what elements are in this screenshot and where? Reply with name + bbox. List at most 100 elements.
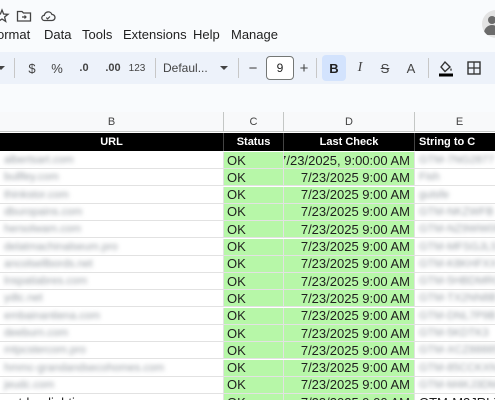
last-check-cell[interactable]: 7/23/2025 9:00 AM	[284, 376, 415, 394]
status-cell[interactable]: OK	[224, 255, 284, 273]
status-cell[interactable]: OK	[224, 307, 284, 325]
last-check-cell[interactable]: 7/23/2025 9:00 AM	[284, 221, 415, 239]
cloud-status-icon[interactable]	[40, 8, 56, 24]
status-cell[interactable]: OK	[224, 221, 284, 239]
string-cell[interactable]: GTM-5HBDMRC	[415, 273, 495, 291]
status-cell[interactable]: OK	[224, 394, 284, 400]
currency-format-button[interactable]: $	[24, 52, 40, 84]
status-cell[interactable]: OK	[224, 169, 284, 187]
string-cell[interactable]: GTM-7NG2877	[415, 152, 495, 169]
italic-button[interactable]: I	[352, 52, 368, 84]
last-check-cell[interactable]: 7/23/2025 9:00 AM	[284, 186, 415, 204]
last-check-cell[interactable]: 7/23/2025 9:00 AM	[284, 307, 415, 325]
url-cell[interactable]: delatmachinalseum.pro	[0, 238, 224, 256]
url-cell[interactable]: mtpcstercom.pro	[0, 342, 224, 360]
string-cell[interactable]: GTM-TX2NN8B	[415, 290, 495, 308]
menu-data[interactable]: Data	[44, 27, 71, 42]
string-cell[interactable]: GTM-K8KHFXX	[415, 256, 495, 273]
decrease-font-size-button[interactable]: −	[246, 52, 260, 84]
decrease-decimal-button[interactable]: .0	[74, 52, 94, 84]
string-cell-text: GTM-TX2NN8B	[419, 292, 495, 305]
bold-button[interactable]: B	[322, 55, 346, 81]
url-cell[interactable]: ancolsellbords.net	[0, 255, 224, 273]
status-cell[interactable]: OK	[224, 290, 284, 308]
last-check-cell[interactable]: 7/23/2025 9:00 AM	[284, 290, 415, 308]
url-cell[interactable]: hersolwam.com	[0, 221, 224, 239]
menu-tools[interactable]: Tools	[82, 27, 112, 42]
url-cell[interactable]: albertsart.com	[0, 152, 224, 169]
string-cell[interactable]: GTM-DNL7P9B	[415, 308, 495, 325]
column-header-d[interactable]: D	[284, 112, 415, 132]
star-icon[interactable]	[0, 8, 10, 24]
string-cell[interactable]: GTM-5KDTK3	[415, 325, 495, 342]
chevron-down-icon[interactable]	[0, 52, 6, 84]
move-to-folder-icon[interactable]	[16, 8, 32, 24]
last-check-cell[interactable]: 7/23/2025 9:00 AM	[284, 203, 415, 221]
header-cell-url[interactable]: URL	[0, 133, 224, 151]
url-cell[interactable]: thinkstor.com	[0, 186, 224, 204]
string-cell[interactable]: GTM-M2JRLX9	[415, 394, 495, 400]
url-cell-text: ancolsellbords.net	[4, 257, 93, 270]
string-cell[interactable]: GTM-NKZWFB	[415, 204, 495, 221]
string-cell[interactable]: Fish	[415, 169, 495, 187]
font-family-select[interactable]: Defaul...	[163, 52, 221, 84]
column-header-b[interactable]: B	[0, 112, 224, 132]
last-check-cell[interactable]: 7/23/2025, 9:00:00 AM	[284, 152, 415, 169]
url-cell[interactable]: deeburn.com	[0, 325, 224, 342]
menu-manage[interactable]: Manage	[231, 27, 278, 42]
url-cell[interactable]: bullfey.com	[0, 169, 224, 187]
status-cell[interactable]: OK	[224, 376, 284, 394]
menu-help[interactable]: Help	[193, 27, 220, 42]
strikethrough-button[interactable]: S	[376, 52, 394, 84]
url-cell[interactable]: hmmc-grandandsecohomes.com	[0, 359, 224, 377]
column-header-c[interactable]: C	[224, 112, 284, 132]
number-format-button[interactable]: 123	[127, 52, 147, 84]
string-cell[interactable]: GTM-XCZ88885	[415, 342, 495, 360]
url-cell[interactable]: outdoorlighting.com	[0, 394, 224, 400]
menu-format[interactable]: ormat	[0, 27, 30, 42]
status-cell-text: OK	[227, 308, 246, 324]
last-check-cell[interactable]: 7/23/2025 9:00 AM	[284, 359, 415, 377]
url-cell[interactable]: dburopains.com	[0, 203, 224, 221]
font-size-input[interactable]: 9	[266, 56, 294, 80]
increase-decimal-button[interactable]: .00	[101, 52, 125, 84]
avatar-body	[484, 25, 495, 35]
url-cell[interactable]: embainantiena.com	[0, 307, 224, 325]
header-cell-string-to[interactable]: String to C	[415, 133, 495, 151]
font-dropdown-chevron-icon[interactable]	[219, 52, 229, 84]
header-cell-status[interactable]: Status	[224, 133, 284, 151]
last-check-cell-text: 7/23/2025 9:00 AM	[300, 377, 410, 393]
status-cell[interactable]: OK	[224, 152, 284, 169]
string-cell[interactable]: GTM-M4KJ3DMR	[415, 377, 495, 394]
fill-color-icon[interactable]	[436, 52, 456, 84]
url-cell[interactable]: lnspatiabres.com	[0, 273, 224, 291]
percent-format-button[interactable]: %	[49, 52, 65, 84]
status-cell[interactable]: OK	[224, 359, 284, 377]
status-cell-text: OK	[227, 256, 246, 272]
string-cell[interactable]: gutsfe	[415, 187, 495, 204]
last-check-cell[interactable]: 7/23/2025 9:00 AM	[284, 342, 415, 360]
menu-extensions[interactable]: Extensions	[123, 27, 187, 42]
status-cell[interactable]: OK	[224, 325, 284, 342]
string-cell[interactable]: GTM-85CCKXN	[415, 360, 495, 377]
last-check-cell[interactable]: 7/23/2025 9:00 AM	[284, 273, 415, 291]
last-check-cell[interactable]: 7/23/2025 9:00 AM	[284, 169, 415, 187]
last-check-cell[interactable]: 7/23/2025 9:00 AM	[284, 238, 415, 256]
increase-font-size-button[interactable]: +	[297, 52, 311, 84]
last-check-cell[interactable]: 7/23/2025 9:00 AM	[284, 255, 415, 273]
column-header-e[interactable]: E	[415, 112, 495, 132]
text-color-button[interactable]: A	[403, 52, 419, 84]
url-cell[interactable]: ydtc.net	[0, 290, 224, 308]
header-cell-last-check[interactable]: Last Check	[284, 133, 415, 151]
status-cell[interactable]: OK	[224, 186, 284, 204]
string-cell[interactable]: GTM-MFSGJLS	[415, 239, 495, 256]
status-cell[interactable]: OK	[224, 203, 284, 221]
status-cell[interactable]: OK	[224, 342, 284, 360]
last-check-cell[interactable]: 7/23/2025 9:00 AM	[284, 325, 415, 342]
url-cell[interactable]: jeudc.com	[0, 376, 224, 394]
status-cell[interactable]: OK	[224, 273, 284, 291]
status-cell[interactable]: OK	[224, 238, 284, 256]
borders-icon[interactable]	[465, 52, 483, 84]
last-check-cell[interactable]: 7/23/2025 9:00 AM	[284, 394, 415, 400]
string-cell[interactable]: GTM-NZ9WW09	[415, 221, 495, 239]
